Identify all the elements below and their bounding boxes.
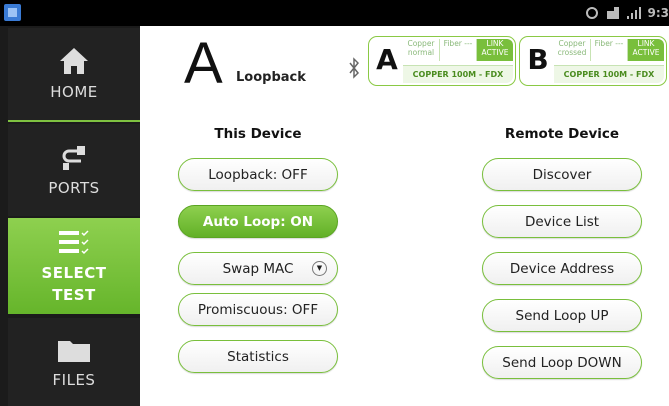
port-cells: Copper crossed Fiber --- LINK ACTIVE [554,39,664,61]
sidebar-item-files[interactable]: FILES [8,318,140,406]
sidebar-item-home[interactable]: HOME [8,28,140,122]
folder-icon [57,333,91,363]
sidebar-item-select-test[interactable]: SELECT TEST [8,218,140,314]
port-cell-link: LINK ACTIVE [628,39,664,61]
bluetooth-icon [349,57,360,79]
network-icon [606,7,619,19]
port-cells: Copper normal Fiber --- LINK ACTIVE [403,39,513,61]
port-cell-fiber: Fiber --- [591,39,628,61]
send-loop-down-button[interactable]: Send Loop DOWN [482,346,642,379]
status-icons: 9:3 [585,4,669,22]
port-b-status[interactable]: B Copper crossed Fiber --- LINK ACTIVE C… [519,36,667,86]
port-a-status[interactable]: A Copper normal Fiber --- LINK ACTIVE CO… [368,36,516,86]
sidebar-item-ports[interactable]: PORTS [8,124,140,216]
checklist-icon [57,226,91,256]
cable-icon [59,141,89,171]
main-panel: A Loopback A Copper normal Fiber --- LIN… [140,26,669,406]
port-letter: B [527,43,549,76]
sidebar-item-label: SELECT TEST [41,264,107,304]
auto-loop-toggle-button[interactable]: Auto Loop: ON [178,205,338,238]
sidebar-item-label: FILES [52,371,96,389]
port-indicator-letter: A [184,31,223,96]
port-speed: COPPER 100M - FDX [554,65,664,83]
sidebar-item-label: HOME [50,83,98,101]
sidebar: HOME PORTS SELECT TEST FILES [0,26,140,406]
swap-mac-button[interactable]: Swap MAC ▼ [178,252,338,285]
mode-label: Loopback [236,70,306,85]
app-icon [4,4,21,21]
statistics-button[interactable]: Statistics [178,340,338,373]
port-cell-link: LINK ACTIVE [477,39,513,61]
signal-icon [626,7,641,19]
loopback-toggle-button[interactable]: Loopback: OFF [178,158,338,191]
port-cell-fiber: Fiber --- [440,39,477,61]
swap-mac-label: Swap MAC [222,260,294,277]
device-address-button[interactable]: Device Address [482,252,642,285]
sync-icon [585,7,598,19]
port-cell-copper: Copper normal [403,39,440,61]
home-icon [59,45,89,75]
promiscuous-toggle-button[interactable]: Promiscuous: OFF [178,293,338,326]
send-loop-up-button[interactable]: Send Loop UP [482,299,642,332]
clock: 9:3 [647,6,669,20]
this-device-heading: This Device [214,126,302,142]
chevron-down-icon: ▼ [312,261,327,276]
discover-button[interactable]: Discover [482,158,642,191]
remote-device-heading: Remote Device [504,126,620,142]
port-speed: COPPER 100M - FDX [403,65,513,83]
sidebar-item-label: PORTS [48,179,100,197]
port-cell-copper: Copper crossed [554,39,591,61]
status-bar: 9:3 [0,0,669,26]
port-letter: A [376,43,398,76]
device-list-button[interactable]: Device List [482,205,642,238]
